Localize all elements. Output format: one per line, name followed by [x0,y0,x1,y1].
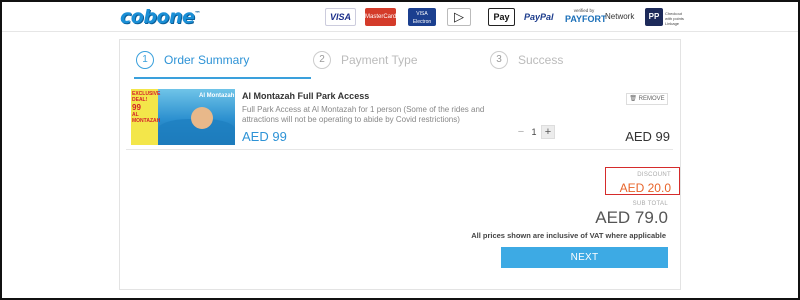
step-number: 3 [490,51,508,69]
discount-label: DISCOUNT [637,172,671,178]
paypal-logo: PayPal [524,12,554,22]
divider [126,149,673,150]
item-total: AED 99 [625,129,670,144]
item-unit-price: AED 99 [242,129,287,144]
visa-electron-logo: VISA Electron [408,8,436,26]
thumb-person [191,107,213,129]
item-title[interactable]: Al Montazah Full Park Access [242,91,369,101]
step-number: 2 [313,51,331,69]
active-step-indicator [134,77,311,79]
quantity-decrement-button[interactable]: − [516,126,526,138]
payfort-logo: verified by PAYFORT [565,8,607,24]
site-header: cobone™ VISA MasterCard VISA Electron ▷ … [2,2,798,32]
step-label: Payment Type [341,53,418,67]
deal-thumbnail[interactable]: EXCLUSIVE DEAL! 99 AL MONTAZAH Al Montaz… [131,89,235,145]
step-number: 1 [136,51,154,69]
pp-logo: PP [645,8,663,26]
quantity-increment-button[interactable]: + [541,125,555,139]
mastercard-logo: MasterCard [365,8,396,26]
cobone-logo[interactable]: cobone™ [120,6,200,28]
deal-badge: EXCLUSIVE DEAL! 99 AL MONTAZAH [131,89,160,145]
arrow-pay-logo: ▷ [447,8,471,26]
next-button[interactable]: NEXT [501,247,668,268]
trash-icon: 🗑 [629,96,637,102]
discount-box: DISCOUNT AED 20.0 [605,167,680,195]
discount-value: AED 20.0 [619,181,671,195]
apple-pay-logo: Pay [488,8,515,26]
vat-note: All prices shown are inclusive of VAT wh… [471,231,666,240]
visa-logo: VISA [325,8,356,26]
al-montazah-logo: Al Montazah [199,93,235,99]
subtotal-value: AED 79.0 [595,208,668,227]
checkout-steps: 1 Order Summary 2 Payment Type 3 Success [120,40,680,79]
remove-button[interactable]: 🗑 REMOVE [626,93,668,105]
order-card: 1 Order Summary 2 Payment Type 3 Success… [119,39,681,290]
subtotal-label: SUB TOTAL [632,201,668,207]
item-description: Full Park Access at Al Montazah for 1 pe… [242,105,485,124]
step-label: Order Summary [164,53,250,67]
network-logo: Network [605,12,635,21]
checkout-points-logo: Checkout with points Linkage [665,11,684,26]
quantity-value: 1 [531,127,537,137]
step-label: Success [518,53,564,67]
